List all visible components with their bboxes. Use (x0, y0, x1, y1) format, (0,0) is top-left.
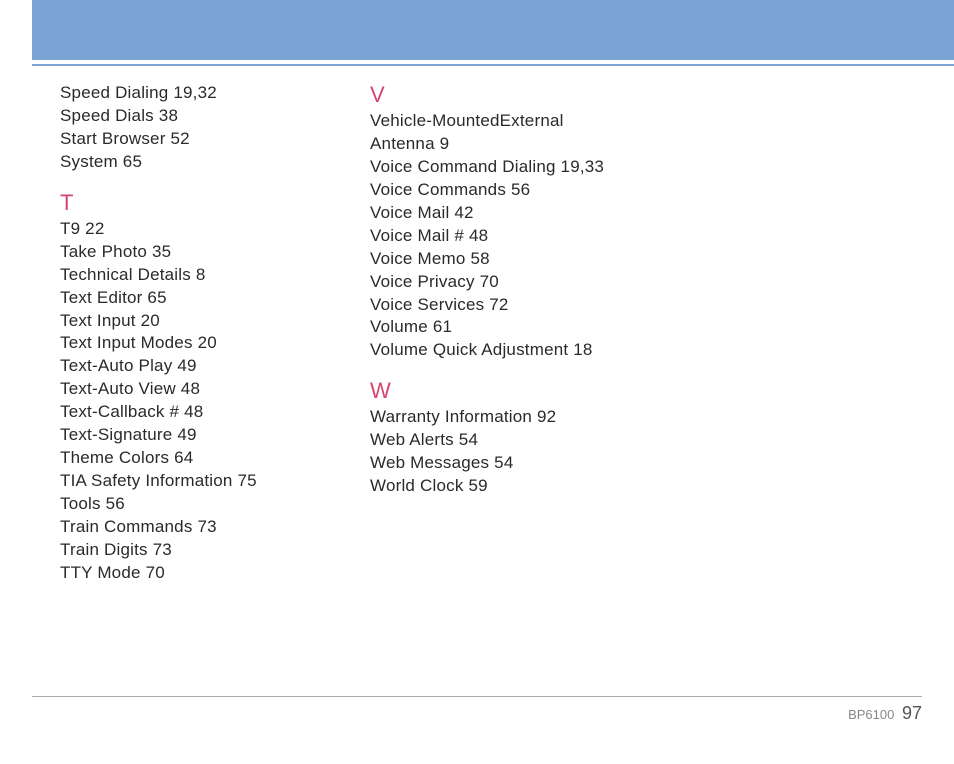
index-entry: Voice Memo 58 (370, 248, 630, 271)
index-entry: Text Input Modes 20 (60, 332, 320, 355)
index-entry: Technical Details 8 (60, 264, 320, 287)
index-entry: Volume 61 (370, 316, 630, 339)
index-entry: World Clock 59 (370, 475, 630, 498)
index-entry: Text-Signature 49 (60, 424, 320, 447)
index-entry: Tools 56 (60, 493, 320, 516)
header-rule (32, 64, 954, 66)
index-entry: Theme Colors 64 (60, 447, 320, 470)
index-entry: Warranty Information 92 (370, 406, 630, 429)
footer-page-number: 97 (902, 703, 922, 723)
index-section: Speed Dialing 19,32Speed Dials 38Start B… (60, 82, 320, 174)
index-entry: Voice Commands 56 (370, 179, 630, 202)
index-entry: Voice Mail # 48 (370, 225, 630, 248)
footer-rule (32, 696, 922, 697)
index-column-1: Speed Dialing 19,32Speed Dials 38Start B… (60, 82, 320, 601)
index-entry: Vehicle-MountedExternal Antenna 9 (370, 110, 630, 156)
section-letter-v: V (370, 82, 630, 108)
index-section: TT9 22Take Photo 35Technical Details 8Te… (60, 190, 320, 585)
index-entry: Text Editor 65 (60, 287, 320, 310)
index-entry: Speed Dials 38 (60, 105, 320, 128)
index-entry: Voice Services 72 (370, 294, 630, 317)
header-bar (32, 0, 954, 60)
index-entry: Web Alerts 54 (370, 429, 630, 452)
index-entry: Take Photo 35 (60, 241, 320, 264)
index-entry: Voice Mail 42 (370, 202, 630, 225)
index-section: VVehicle-MountedExternal Antenna 9Voice … (370, 82, 630, 362)
index-entry: Text-Auto View 48 (60, 378, 320, 401)
index-entry: Text Input 20 (60, 310, 320, 333)
index-entry: Web Messages 54 (370, 452, 630, 475)
index-entry: TTY Mode 70 (60, 562, 320, 585)
index-entry: Voice Privacy 70 (370, 271, 630, 294)
index-entry: Train Commands 73 (60, 516, 320, 539)
index-entry: Volume Quick Adjustment 18 (370, 339, 630, 362)
section-letter-w: W (370, 378, 630, 404)
index-entry: TIA Safety Information 75 (60, 470, 320, 493)
index-entry: Train Digits 73 (60, 539, 320, 562)
index-entry: Text-Auto Play 49 (60, 355, 320, 378)
page-footer: BP6100 97 (32, 696, 922, 724)
index-entry: Start Browser 52 (60, 128, 320, 151)
footer-text: BP6100 97 (32, 703, 922, 724)
index-column-2: VVehicle-MountedExternal Antenna 9Voice … (370, 82, 630, 601)
index-entry: T9 22 (60, 218, 320, 241)
index-entry: Speed Dialing 19,32 (60, 82, 320, 105)
index-entry: Text-Callback # 48 (60, 401, 320, 424)
index-entry: Voice Command Dialing 19,33 (370, 156, 630, 179)
index-section: WWarranty Information 92Web Alerts 54Web… (370, 378, 630, 498)
section-letter-t: T (60, 190, 320, 216)
index-entry: System 65 (60, 151, 320, 174)
index-content: Speed Dialing 19,32Speed Dials 38Start B… (60, 82, 630, 601)
footer-model: BP6100 (848, 707, 894, 722)
